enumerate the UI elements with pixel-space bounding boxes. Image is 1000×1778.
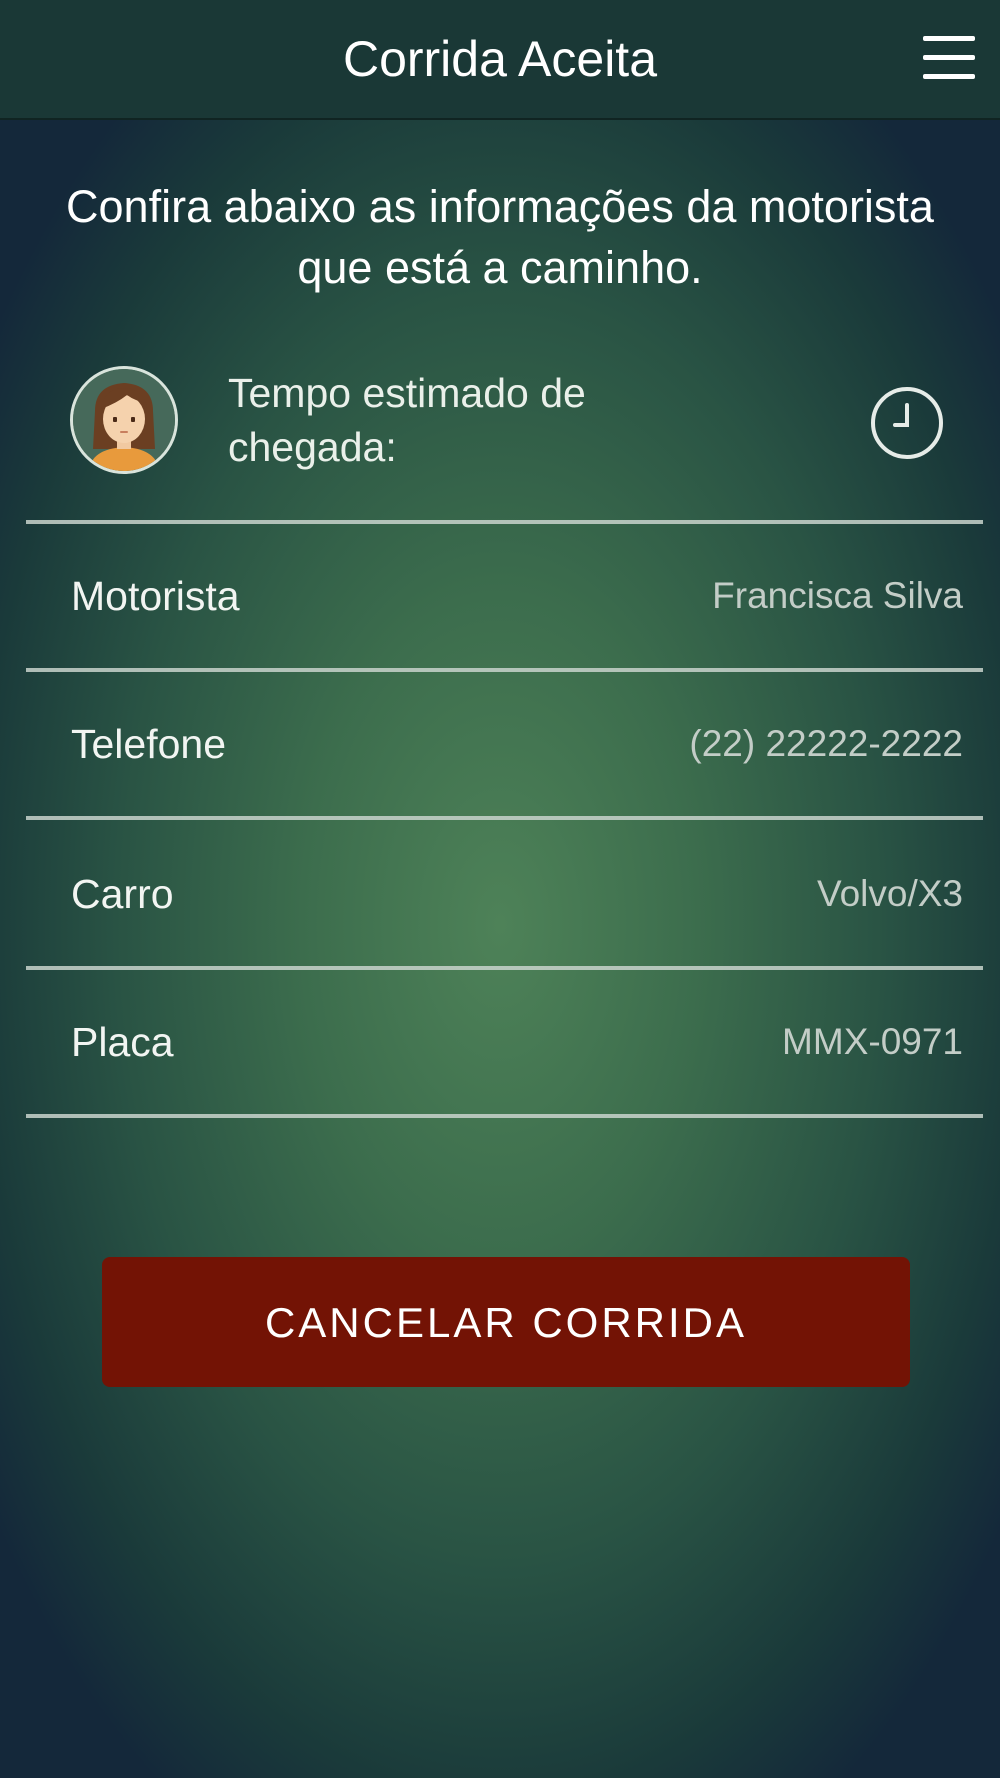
menu-bar-bottom (923, 74, 975, 79)
driver-avatar (70, 366, 178, 474)
phone-value[interactable]: (22) 22222-2222 (689, 672, 963, 816)
eta-label: Tempo estimado de chegada: (228, 370, 586, 470)
hamburger-menu-icon[interactable] (918, 36, 978, 82)
ride-accepted-screen: Corrida Aceita Confira abaixo as informa… (0, 0, 1000, 1778)
cancel-ride-button[interactable]: CANCELAR CORRIDA (102, 1257, 910, 1387)
page-title: Corrida Aceita (342, 31, 658, 87)
driver-name-value: Francisca Silva (712, 575, 963, 616)
driver-name-row: Motorista Francisca Silva (26, 524, 983, 668)
clock-icon (869, 385, 945, 461)
car-row: Carro Volvo/X3 (26, 822, 983, 966)
plate-label: Placa (71, 1019, 174, 1065)
menu-bar-top (923, 36, 975, 41)
app-header: Corrida Aceita (0, 0, 1000, 120)
divider (26, 1114, 983, 1118)
driver-name-label: Motorista (71, 573, 240, 619)
car-value: Volvo/X3 (816, 873, 963, 914)
female-driver-avatar-icon (73, 369, 175, 471)
plate-value: MMX-0971 (782, 1021, 963, 1062)
car-label: Carro (71, 871, 174, 917)
intro-text: Confira abaixo as informações da motoris… (66, 181, 934, 293)
plate-row: Placa MMX-0971 (26, 970, 983, 1114)
phone-row: Telefone (22) 22222-2222 (26, 672, 983, 816)
divider (26, 816, 983, 820)
menu-bar-middle (923, 55, 975, 60)
phone-label: Telefone (71, 721, 227, 767)
